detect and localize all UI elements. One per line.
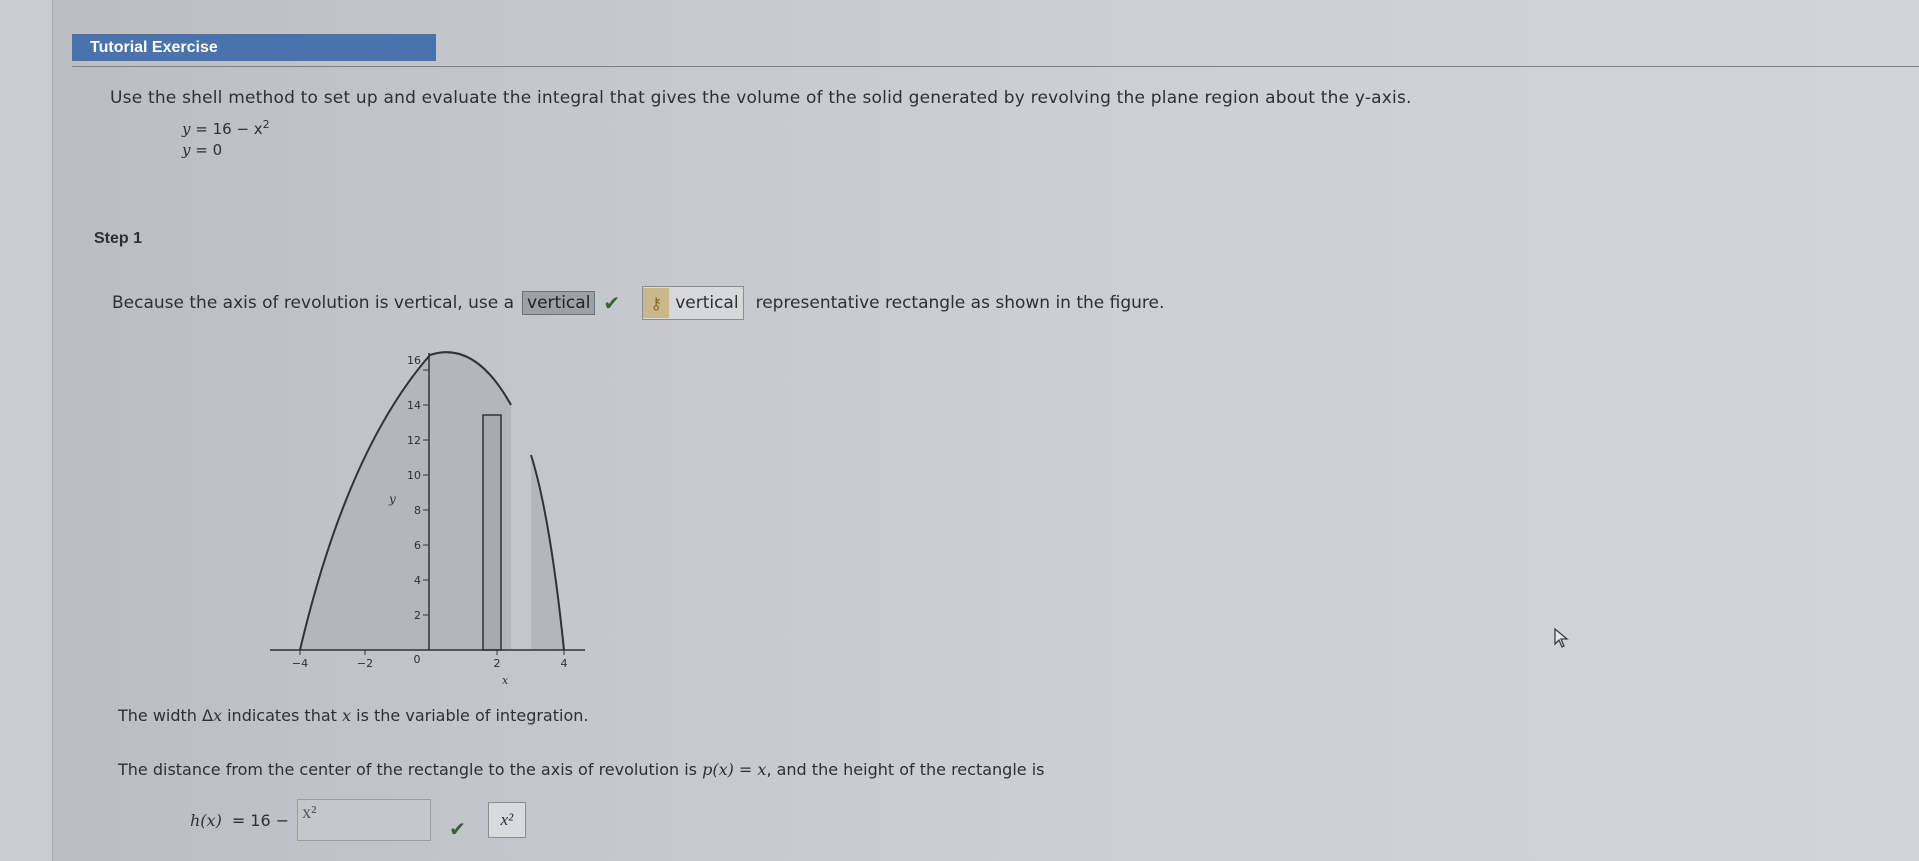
shaded-region-right — [531, 455, 564, 650]
representative-rectangle — [482, 414, 502, 651]
x-tick-label: 0 — [414, 653, 421, 666]
sentence-start: Because the axis of revolution is vertic… — [112, 293, 515, 313]
x-tick-label: 2 — [494, 657, 501, 670]
check-icon: ✔ — [603, 291, 621, 315]
answer-field[interactable]: vertical — [522, 291, 596, 315]
height-input[interactable]: x² — [297, 799, 432, 841]
x-tick-label: −4 — [292, 657, 308, 670]
x-axis-label: x — [502, 674, 509, 687]
step-label: Step 1 — [94, 230, 143, 247]
left-margin — [0, 0, 53, 861]
sentence-end: representative rectangle as shown in the… — [755, 293, 1165, 313]
tutorial-title: Tutorial Exercise — [90, 39, 218, 56]
y-tick-label: 2 — [414, 609, 421, 622]
mouse-cursor-icon — [1554, 627, 1569, 648]
distance-note: The distance from the center of the rect… — [118, 760, 1045, 779]
shaded-region — [300, 352, 511, 650]
region-figure: 2 4 6 8 10 12 14 16 −4 −2 0 2 4 y x — [270, 351, 585, 687]
check-icon: ✔ — [449, 817, 466, 841]
y-tick-label: 10 — [407, 469, 421, 482]
x-tick-label: −2 — [357, 657, 373, 670]
equation-2: y = 0 — [182, 141, 223, 159]
equation-1: y = 16 − x2 — [182, 118, 270, 138]
y-axis-label: y — [388, 492, 396, 506]
problem-statement: Use the shell method to set up and evalu… — [110, 88, 1412, 108]
y-tick-label: 4 — [414, 574, 421, 587]
height-mid: = 16 − — [231, 810, 290, 830]
answer-key-value: vertical — [675, 293, 739, 313]
header-rule — [72, 66, 1919, 67]
key-icon: ⚷ — [643, 288, 670, 318]
height-row: h(x) = 16 − x² ✔ x² — [190, 799, 526, 841]
tutorial-header: Tutorial Exercise — [72, 34, 436, 61]
y-tick-label: 6 — [414, 539, 421, 552]
height-lhs: h(x) — [190, 810, 222, 830]
y-tick-label: 8 — [414, 504, 421, 517]
answer-key-button[interactable]: ⚷ vertical — [642, 286, 744, 320]
y-tick-label: 12 — [407, 434, 421, 447]
y-tick-label: 14 — [407, 399, 421, 412]
step-sentence: Because the axis of revolution is vertic… — [112, 286, 1164, 320]
height-key-button[interactable]: x² — [487, 802, 526, 838]
width-note: The width Δx indicates that x is the var… — [118, 706, 589, 725]
y-tick-label: 16 — [407, 354, 421, 367]
x-tick-label: 4 — [561, 657, 568, 670]
